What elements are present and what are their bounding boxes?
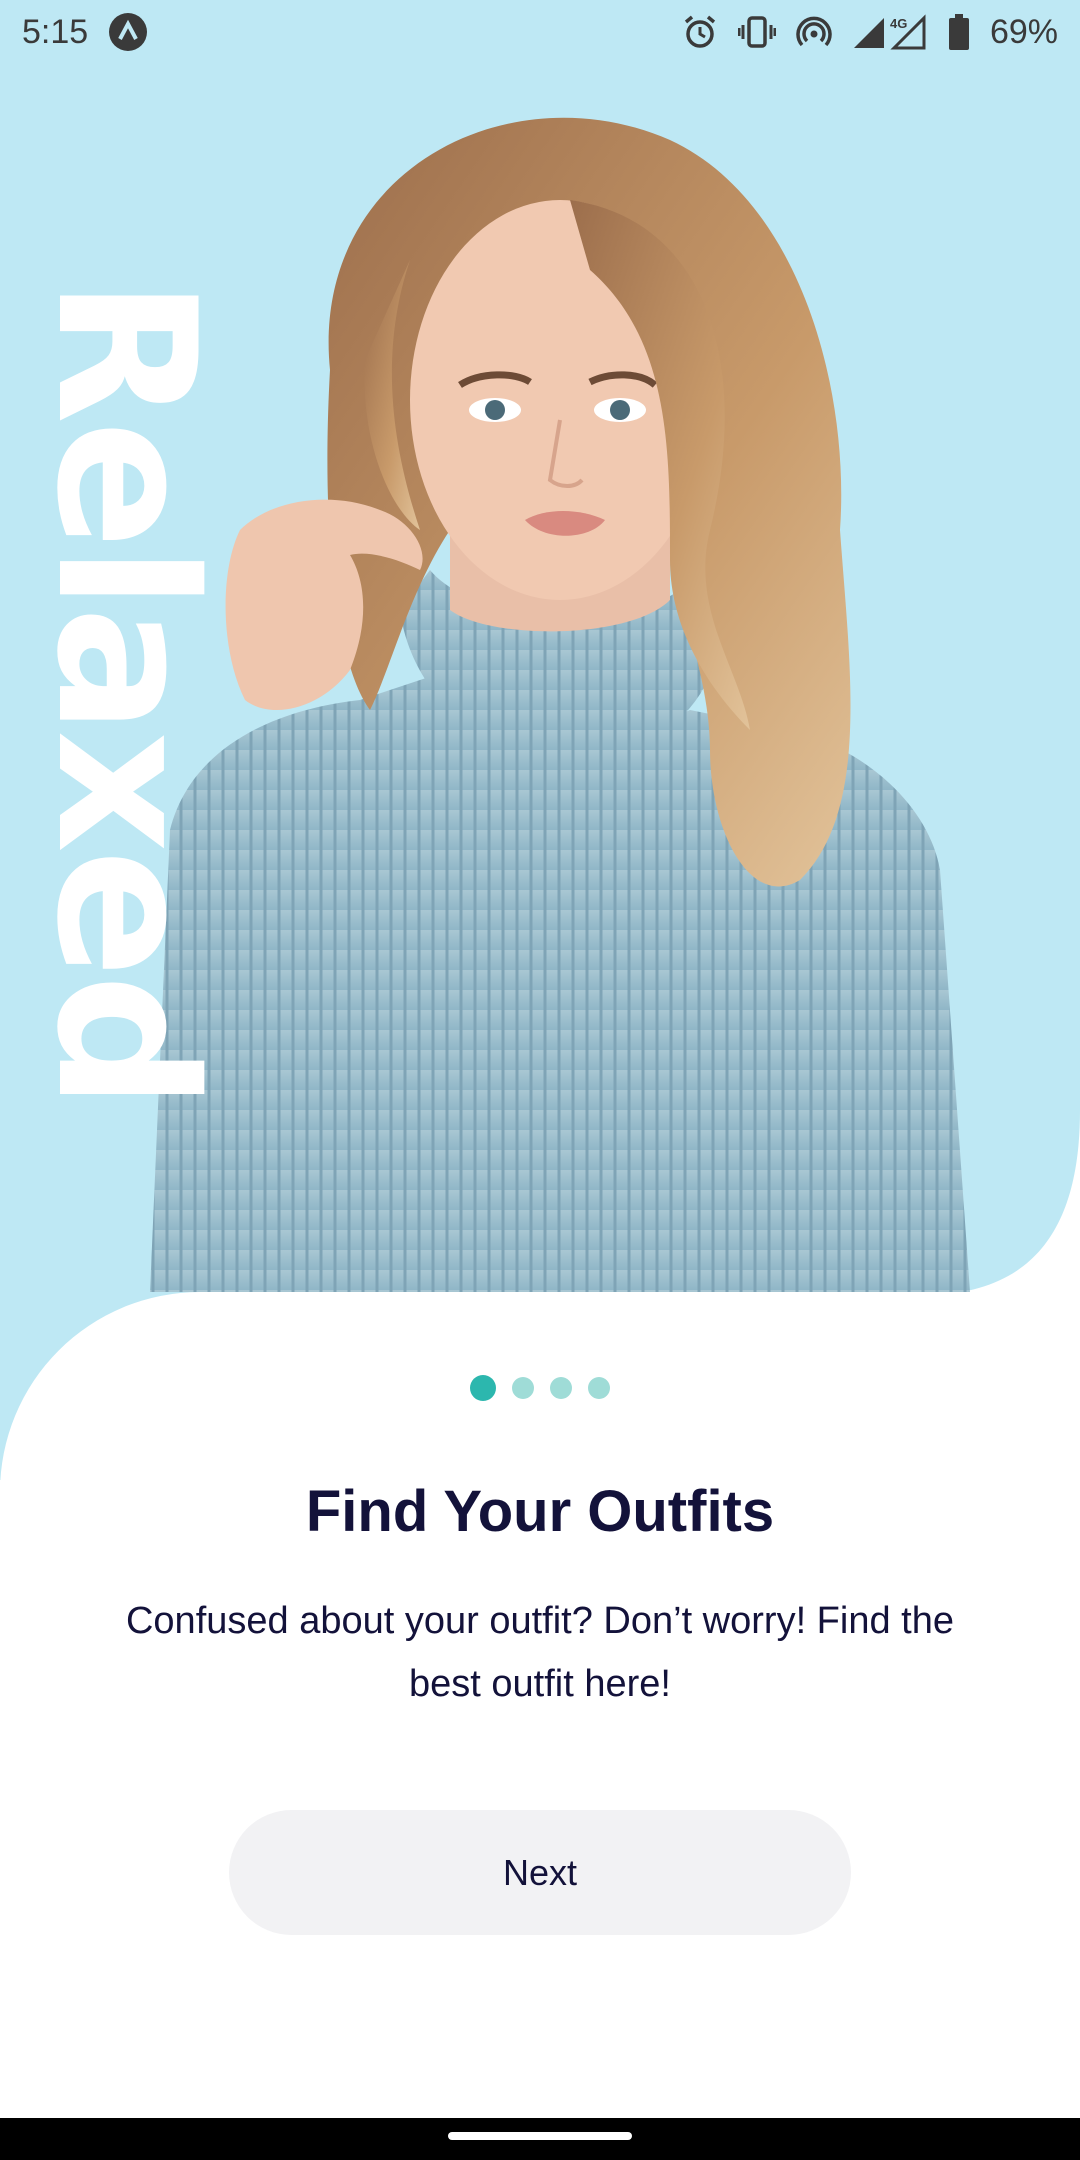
vibrate-icon (737, 15, 776, 49)
battery-icon (948, 14, 970, 50)
alarm-icon (682, 14, 718, 50)
pagination-dots (0, 1375, 1080, 1401)
hero-vertical-text: Relaxed (15, 278, 236, 1106)
onboarding-title: Find Your Outfits (305, 1479, 775, 1544)
onboarding-description: Confused about your outfit? Don’t worry!… (125, 1600, 954, 1705)
pagination-dot-2[interactable] (512, 1377, 534, 1399)
pagination-dot-3[interactable] (550, 1377, 572, 1399)
model-portrait-image (150, 117, 970, 1292)
pagination-dot-4[interactable] (588, 1377, 610, 1399)
battery-percentage: 69% (989, 12, 1058, 51)
hotspot-icon (796, 14, 832, 50)
home-gesture-handle[interactable] (448, 2132, 632, 2140)
content-card (0, 1292, 1080, 2160)
status-bar: 5:15 4G 69% (0, 0, 1080, 64)
signal-icon: 4G (852, 14, 928, 50)
system-navigation-bar (0, 2118, 1080, 2160)
network-type-label: 4G (890, 16, 907, 31)
next-button[interactable]: Next (229, 1810, 851, 1935)
pagination-dot-1[interactable] (470, 1375, 496, 1401)
status-time: 5:15 (22, 12, 89, 51)
onboarding-screen: Relaxed 5:15 4G 69% Find Your Outfits Co… (0, 0, 1080, 2160)
app-notification-icon (108, 12, 148, 52)
